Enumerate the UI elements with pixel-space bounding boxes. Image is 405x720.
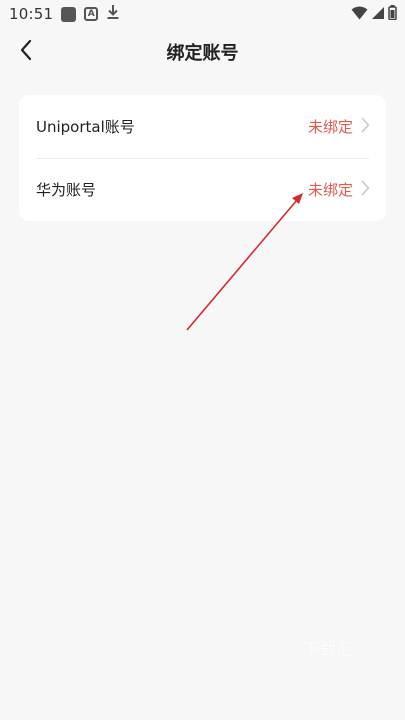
back-button[interactable] (12, 38, 40, 66)
status-right (351, 4, 397, 24)
header: 绑定账号 (0, 28, 405, 76)
account-label: Uniportal账号 (36, 118, 135, 136)
a-notification-icon: A (84, 7, 99, 21)
uniportal-account-row[interactable]: Uniportal账号 未绑定 (19, 95, 386, 158)
app-notification-icon (61, 6, 77, 22)
binding-status: 未绑定 (307, 181, 353, 199)
download-icon (106, 4, 120, 24)
status-left: 10:51 A (9, 4, 120, 24)
battery-icon (388, 4, 397, 24)
wifi-icon (351, 5, 368, 24)
chevron-right-icon (361, 180, 370, 200)
status-bar: 10:51 A (0, 0, 405, 28)
row-right: 未绑定 (308, 116, 370, 137)
huawei-account-row[interactable]: 华为账号 未绑定 (19, 158, 386, 221)
page-title: 绑定账号 (166, 43, 239, 64)
account-label: 华为账号 (36, 181, 97, 199)
cell-signal-icon (371, 5, 385, 24)
accounts-card: Uniportal账号 未绑定 华为账号 未绑定 (19, 95, 386, 221)
watermark: 下载汇 (303, 640, 355, 659)
binding-status: 未绑定 (307, 118, 353, 136)
status-time: 10:51 (9, 5, 54, 23)
chevron-left-icon (19, 39, 33, 65)
row-right: 未绑定 (308, 179, 370, 200)
chevron-right-icon (361, 117, 370, 137)
